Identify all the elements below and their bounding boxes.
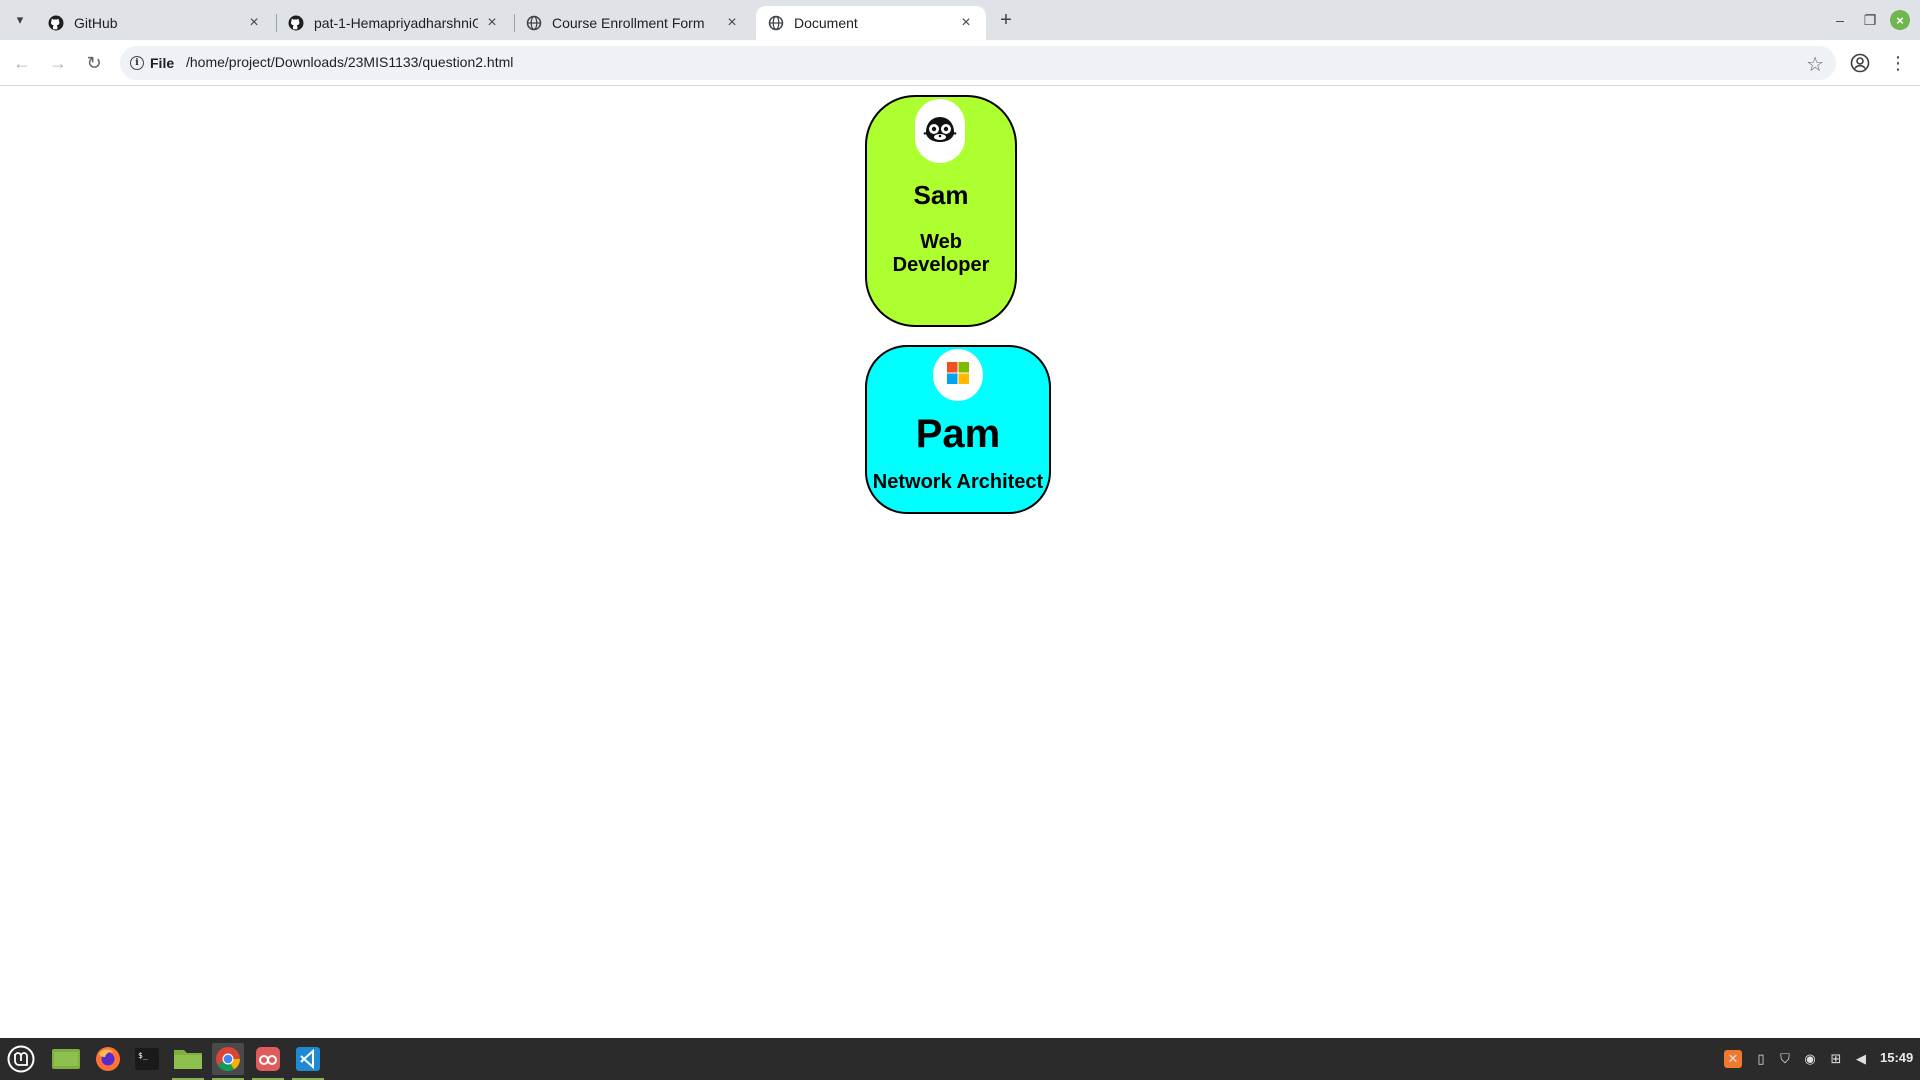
tab-search-button[interactable]: ▾ bbox=[6, 8, 34, 32]
tab-strip: ▾ GitHub × pat-1-HemapriyadharshniG/ × C… bbox=[0, 0, 1920, 40]
terminal-icon[interactable]: $_ bbox=[131, 1043, 163, 1075]
cartoon-face-icon bbox=[922, 114, 958, 149]
tab-document[interactable]: Document × bbox=[756, 6, 986, 40]
minimize-icon[interactable]: – bbox=[1828, 8, 1852, 32]
forward-arrow-icon[interactable]: → bbox=[44, 49, 72, 77]
avatar bbox=[915, 99, 965, 163]
close-tab-icon[interactable]: × bbox=[246, 14, 262, 31]
close-window-icon[interactable]: × bbox=[1890, 10, 1910, 30]
vscode-icon[interactable] bbox=[292, 1043, 324, 1080]
tab-title: Course Enrollment Form bbox=[552, 15, 705, 31]
globe-icon bbox=[526, 15, 542, 31]
profile-card-pam: Pam Network Architect bbox=[865, 345, 1051, 514]
site-info-chip[interactable]: i File bbox=[130, 53, 174, 73]
shield-icon[interactable]: ⛉ bbox=[1776, 1050, 1794, 1068]
github-icon bbox=[48, 15, 64, 31]
browser-toolbar: ← → ↻ i File /home/project/Downloads/23M… bbox=[0, 40, 1920, 86]
profile-avatar-icon[interactable] bbox=[1846, 49, 1874, 77]
globe-icon bbox=[768, 15, 784, 31]
update-manager-icon[interactable]: ✕ bbox=[1724, 1050, 1742, 1068]
svg-text:$_: $_ bbox=[138, 1051, 148, 1060]
address-bar[interactable]: i File /home/project/Downloads/23MIS1133… bbox=[120, 46, 1836, 80]
reload-icon[interactable]: ↻ bbox=[80, 49, 108, 77]
chrome-icon[interactable] bbox=[212, 1043, 244, 1080]
clipboard-icon[interactable]: ▯ bbox=[1752, 1050, 1770, 1068]
taskbar: $_ ✕ ▯ ⛉ ◉ ⊞ ◀ 15:49 bbox=[0, 1038, 1920, 1080]
tab-course-enrollment[interactable]: Course Enrollment Form × bbox=[514, 6, 752, 40]
desktop-icon[interactable] bbox=[50, 1043, 82, 1075]
chevron-down-icon: ▾ bbox=[16, 12, 24, 27]
network-icon[interactable]: ⊞ bbox=[1827, 1050, 1845, 1068]
new-tab-button[interactable]: + bbox=[992, 8, 1020, 32]
avatar bbox=[933, 349, 983, 401]
card-name: Sam bbox=[913, 180, 969, 210]
back-arrow-icon[interactable]: ← bbox=[8, 49, 36, 77]
profile-card-sam: Sam Web Developer bbox=[865, 95, 1017, 327]
close-tab-icon[interactable]: × bbox=[724, 14, 740, 31]
bookmark-star-icon[interactable]: ☆ bbox=[1806, 52, 1824, 77]
url-text[interactable]: /home/project/Downloads/23MIS1133/questi… bbox=[186, 54, 513, 70]
close-tab-icon[interactable]: × bbox=[484, 14, 500, 31]
windows-logo-icon bbox=[946, 361, 970, 390]
card-role: Web Developer bbox=[892, 231, 990, 276]
restore-icon[interactable]: ❐ bbox=[1858, 8, 1882, 32]
files-icon[interactable] bbox=[172, 1043, 204, 1080]
menu-kebab-icon[interactable]: ⋮ bbox=[1886, 49, 1910, 77]
info-icon: i bbox=[130, 56, 144, 70]
nvidia-icon[interactable]: ◉ bbox=[1801, 1050, 1819, 1068]
github-icon bbox=[288, 15, 304, 31]
tab-title: pat-1-HemapriyadharshniG/ bbox=[314, 15, 478, 31]
tab-github[interactable]: GitHub × bbox=[36, 6, 274, 40]
scheme-label: File bbox=[150, 55, 175, 71]
app-icon[interactable] bbox=[252, 1043, 284, 1080]
tab-pat-1[interactable]: pat-1-HemapriyadharshniG/ × bbox=[276, 6, 512, 40]
tab-title: GitHub bbox=[74, 15, 118, 31]
clock[interactable]: 15:49 bbox=[1880, 1050, 1913, 1065]
card-name: Pam bbox=[915, 412, 1001, 456]
volume-icon[interactable]: ◀ bbox=[1852, 1050, 1870, 1068]
tab-title: Document bbox=[794, 15, 858, 31]
card-role: Network Architect bbox=[872, 471, 1044, 493]
firefox-icon[interactable] bbox=[92, 1043, 124, 1075]
mint-menu-icon[interactable] bbox=[5, 1043, 37, 1075]
close-tab-icon[interactable]: × bbox=[958, 14, 974, 31]
